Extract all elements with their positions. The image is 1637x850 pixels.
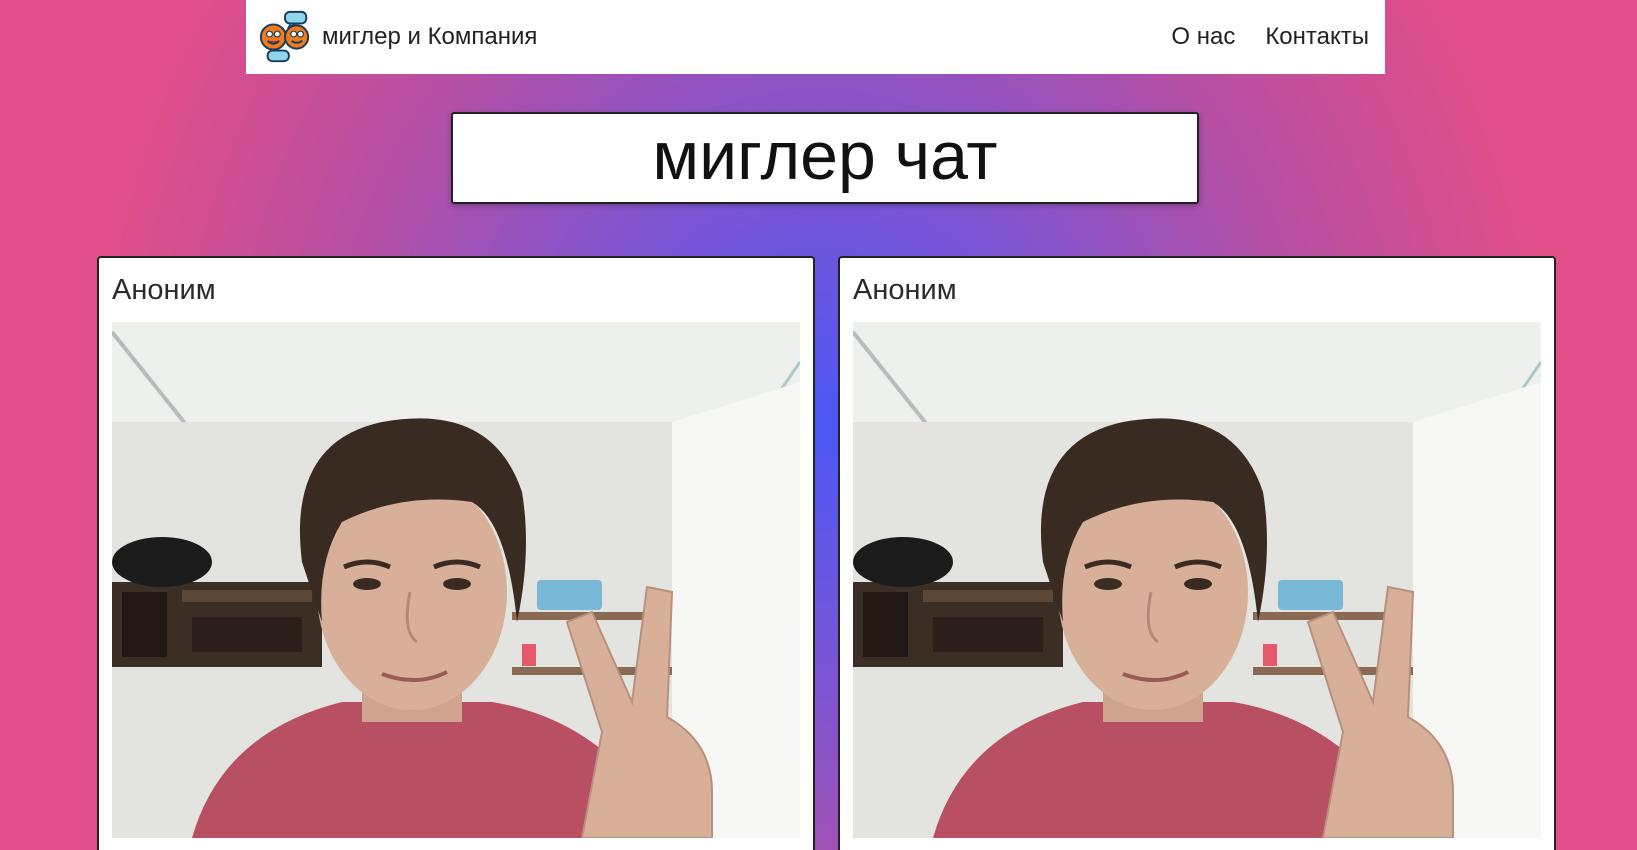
webcam-image	[853, 322, 1541, 838]
participant-name: Аноним	[853, 274, 957, 306]
nav-link-contacts[interactable]: Контакты	[1265, 23, 1369, 51]
page-title-box: миглер чат	[451, 112, 1199, 204]
page-title: миглер чат	[652, 118, 998, 194]
participant-name: Аноним	[112, 274, 216, 306]
video-card-remote: Аноним	[838, 256, 1556, 850]
top-navbar: миглер и Компания О нас Контакты	[246, 0, 1385, 74]
video-stream-remote[interactable]	[853, 322, 1541, 838]
brand-name: миглер и Компания	[322, 23, 538, 50]
brand[interactable]: миглер и Компания	[256, 8, 537, 66]
webcam-image	[112, 322, 800, 838]
chat-faces-logo-icon	[259, 10, 310, 63]
video-stream-local[interactable]	[112, 322, 800, 838]
nav-link-about[interactable]: О нас	[1171, 23, 1235, 51]
video-card-local: Аноним	[97, 256, 815, 850]
nav-links: О нас Контакты	[1171, 23, 1369, 51]
